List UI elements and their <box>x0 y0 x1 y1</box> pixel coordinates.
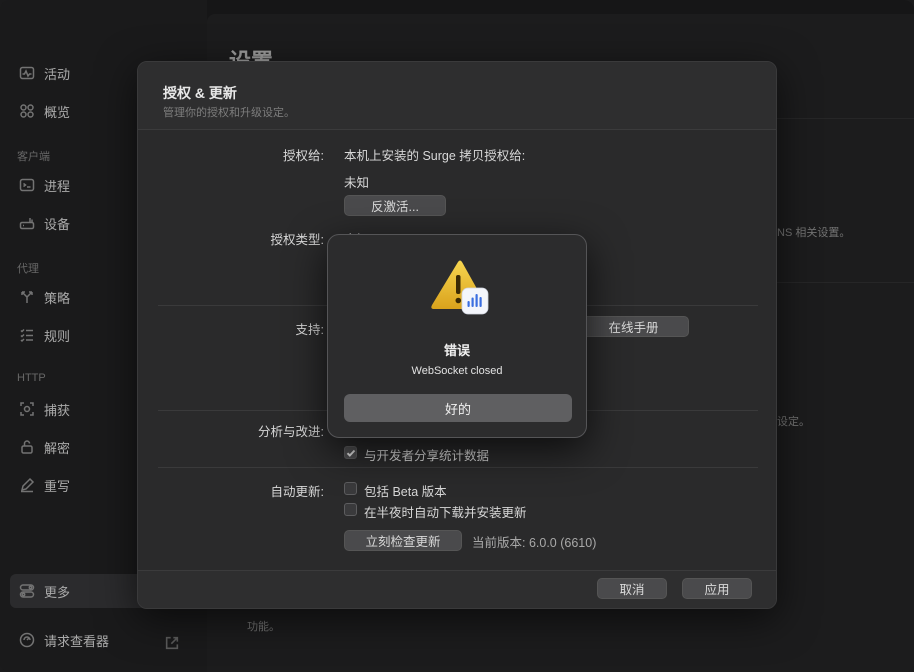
checkmark-icon <box>346 449 355 457</box>
support-label: 支持: <box>295 323 324 337</box>
license-type-label: 授权类型: <box>270 233 324 247</box>
license-owner: 未知 <box>344 176 370 190</box>
online-manual-button[interactable]: 在线手册 <box>578 316 689 337</box>
cancel-button[interactable]: 取消 <box>597 578 667 599</box>
include-beta-checkbox[interactable] <box>344 482 357 495</box>
sheet-title: 授权 & 更新 <box>163 85 237 101</box>
sheet-subtitle: 管理你的授权和升级设定。 <box>163 107 295 119</box>
license-value: 本机上安装的 Surge 拷贝授权给: <box>344 149 526 163</box>
deactivate-button[interactable]: 反激活... <box>344 195 446 216</box>
auto-update-label: 自动更新: <box>270 485 324 499</box>
analytics-label: 分析与改进: <box>258 425 324 439</box>
alert-message: WebSocket closed <box>411 365 503 377</box>
night-update-label: 在半夜时自动下载并安装更新 <box>364 506 527 520</box>
current-version: 当前版本: 6.0.0 (6610) <box>472 536 597 550</box>
share-stats-checkbox[interactable] <box>344 446 357 459</box>
main-window: 活动 概览 客户端 进程 设备 代理 策略 规则 HTTP 捕获 解密 重写 更… <box>0 0 914 672</box>
error-alert: 错误 WebSocket closed 好的 <box>327 234 587 438</box>
sheet-header: 授权 & 更新 管理你的授权和升级设定。 <box>138 62 776 130</box>
apply-button[interactable]: 应用 <box>682 578 752 599</box>
divider <box>158 467 758 468</box>
license-label: 授权给: <box>283 149 324 163</box>
share-stats-label: 与开发者分享统计数据 <box>364 449 490 463</box>
night-update-checkbox[interactable] <box>344 503 357 516</box>
alert-title: 错误 <box>443 343 470 358</box>
include-beta-label: 包括 Beta 版本 <box>364 485 447 499</box>
warning-icon <box>431 260 489 315</box>
check-update-button[interactable]: 立刻检查更新 <box>344 530 462 551</box>
ok-button[interactable]: 好的 <box>344 394 572 422</box>
sheet-footer: 取消 应用 <box>138 570 776 608</box>
